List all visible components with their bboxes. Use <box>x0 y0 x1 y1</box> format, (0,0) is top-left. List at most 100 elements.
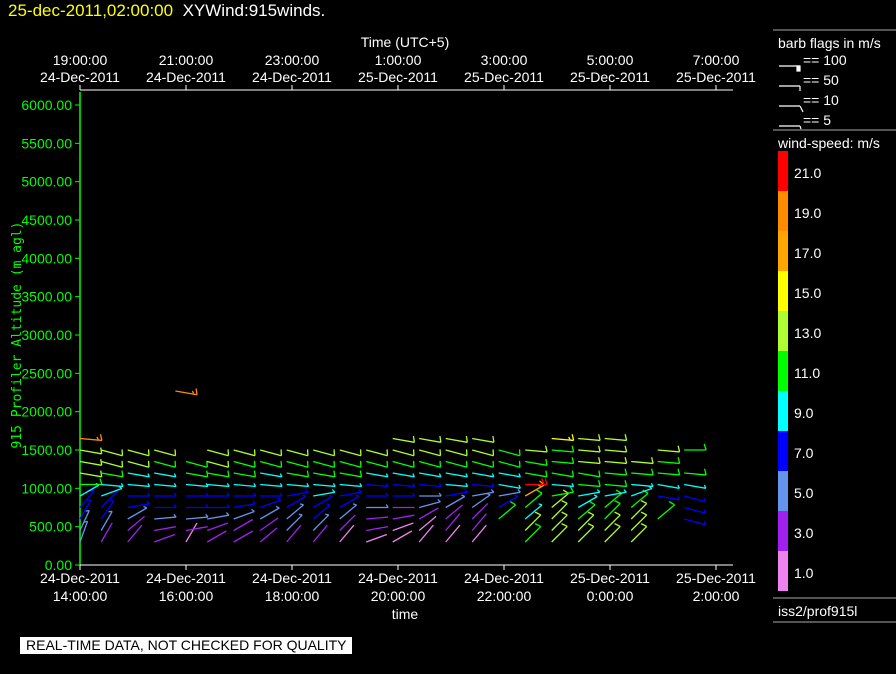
wind-barb <box>419 498 441 509</box>
wind-barb <box>418 515 437 531</box>
wind-barb <box>657 500 675 520</box>
wind-barb <box>286 449 309 457</box>
barb-legend-icon-50 <box>779 85 801 91</box>
colorbar-swatch <box>778 431 788 471</box>
colorbar-label: 9.0 <box>794 405 814 421</box>
wind-barb <box>127 449 150 457</box>
wind-barb <box>260 449 283 457</box>
colorbar-swatch <box>778 391 788 431</box>
wind-barb <box>472 449 495 457</box>
wind-barb <box>657 483 680 489</box>
colorbar-label: 11.0 <box>794 365 820 381</box>
wind-barb <box>419 482 442 488</box>
wind-barb <box>577 511 595 531</box>
colorbar-swatch <box>778 271 788 311</box>
wind-barb <box>259 497 282 509</box>
wind-barb <box>79 489 95 508</box>
wind-barb <box>366 482 389 488</box>
top-x-tick-time: 23:00:00 <box>265 52 320 68</box>
wind-barb <box>233 482 257 488</box>
wind-barb <box>551 457 575 465</box>
wind-barb <box>498 472 521 478</box>
barbs <box>79 388 707 543</box>
wind-barb <box>419 460 442 468</box>
wind-barb <box>684 468 707 476</box>
data-source: iss2/prof915l <box>778 603 857 619</box>
wind-barb <box>392 482 416 488</box>
colorbar-label: 3.0 <box>794 525 814 541</box>
wind-barb <box>286 489 309 497</box>
wind-barb <box>630 523 648 543</box>
y-tick-label: 3000.00 <box>21 327 72 343</box>
wind-barb <box>657 495 680 501</box>
x-tick-time: 14:00:00 <box>53 588 108 604</box>
wind-barb <box>498 460 521 468</box>
wind-barb <box>631 482 654 488</box>
y-tick-label: 5000.00 <box>21 174 72 190</box>
wind-barb <box>366 516 389 520</box>
wind-barb <box>577 523 595 543</box>
wind-barb <box>630 485 653 497</box>
top-x-tick-date: 25-Dec-2011 <box>358 69 438 85</box>
wind-barb <box>79 482 100 497</box>
wind-barb <box>392 472 415 478</box>
wind-barb <box>551 445 575 453</box>
wind-barb <box>525 445 548 453</box>
top-x-tick-date: 25-Dec-2011 <box>464 69 544 85</box>
wind-barb <box>551 482 575 488</box>
wind-barb <box>472 460 495 468</box>
barb-legend-label: == 10 <box>803 92 839 108</box>
wind-barb <box>127 460 150 468</box>
wind-barb <box>185 470 209 478</box>
top-x-tick-time: 3:00:00 <box>481 52 528 68</box>
wind-barb <box>185 526 208 532</box>
wind-barb <box>524 511 542 531</box>
colorbar-swatch <box>778 311 788 351</box>
wind-barb <box>578 480 601 488</box>
wind-barb <box>684 483 707 489</box>
legend: barb flags in m/s== 100 == 50 == 10 == 5 win… <box>773 29 896 623</box>
wind-barb <box>365 533 388 543</box>
colorbar-swatch <box>778 151 788 191</box>
wind-barb <box>260 460 283 468</box>
wind-barb <box>498 489 521 497</box>
wind-barb <box>100 500 115 520</box>
x-tick-time: 0:00:00 <box>587 588 634 604</box>
wind-barb <box>392 460 415 468</box>
wind-barb <box>79 447 103 455</box>
wind-barb <box>101 482 124 488</box>
wind-barb <box>186 492 209 497</box>
wind-barb <box>79 470 103 478</box>
wind-barb <box>445 435 469 443</box>
wind-barb <box>260 492 283 497</box>
wind-barb <box>127 482 151 488</box>
top-x-tick-date: 25-Dec-2011 <box>570 69 650 85</box>
colorbar-label: 15.0 <box>794 285 821 301</box>
wind-barb <box>185 460 208 468</box>
wind-barb <box>260 472 283 478</box>
wind-barb <box>551 486 574 497</box>
wind-barb <box>206 522 229 532</box>
wind-barb <box>127 515 145 531</box>
wind-barb <box>578 445 601 453</box>
top-x-tick-time: 5:00:00 <box>587 52 634 68</box>
wind-barb <box>551 523 568 543</box>
wind-barb <box>551 434 575 442</box>
top-x-axis-label: Time (UTC+5) <box>361 34 450 50</box>
wind-barb <box>657 468 681 476</box>
wind-barb <box>154 526 176 532</box>
top-x-tick-date: 24-Dec-2011 <box>252 69 332 85</box>
wind-barb <box>127 500 150 509</box>
wind-barb <box>551 511 568 531</box>
y-tick-label: 1500.00 <box>21 442 72 458</box>
y-axis-label: 915 Profiler Altitude (m agl) <box>10 222 25 449</box>
wind-barb <box>524 489 543 508</box>
wind-barb <box>175 388 198 396</box>
colorbar-swatch <box>778 191 788 231</box>
y-tick-label: 500.00 <box>29 519 72 535</box>
wind-barb <box>286 482 310 488</box>
wind-barb <box>260 482 283 488</box>
wind-barb <box>604 480 628 488</box>
barb-legend-label: == 5 <box>803 112 831 128</box>
wind-barb <box>100 522 113 543</box>
